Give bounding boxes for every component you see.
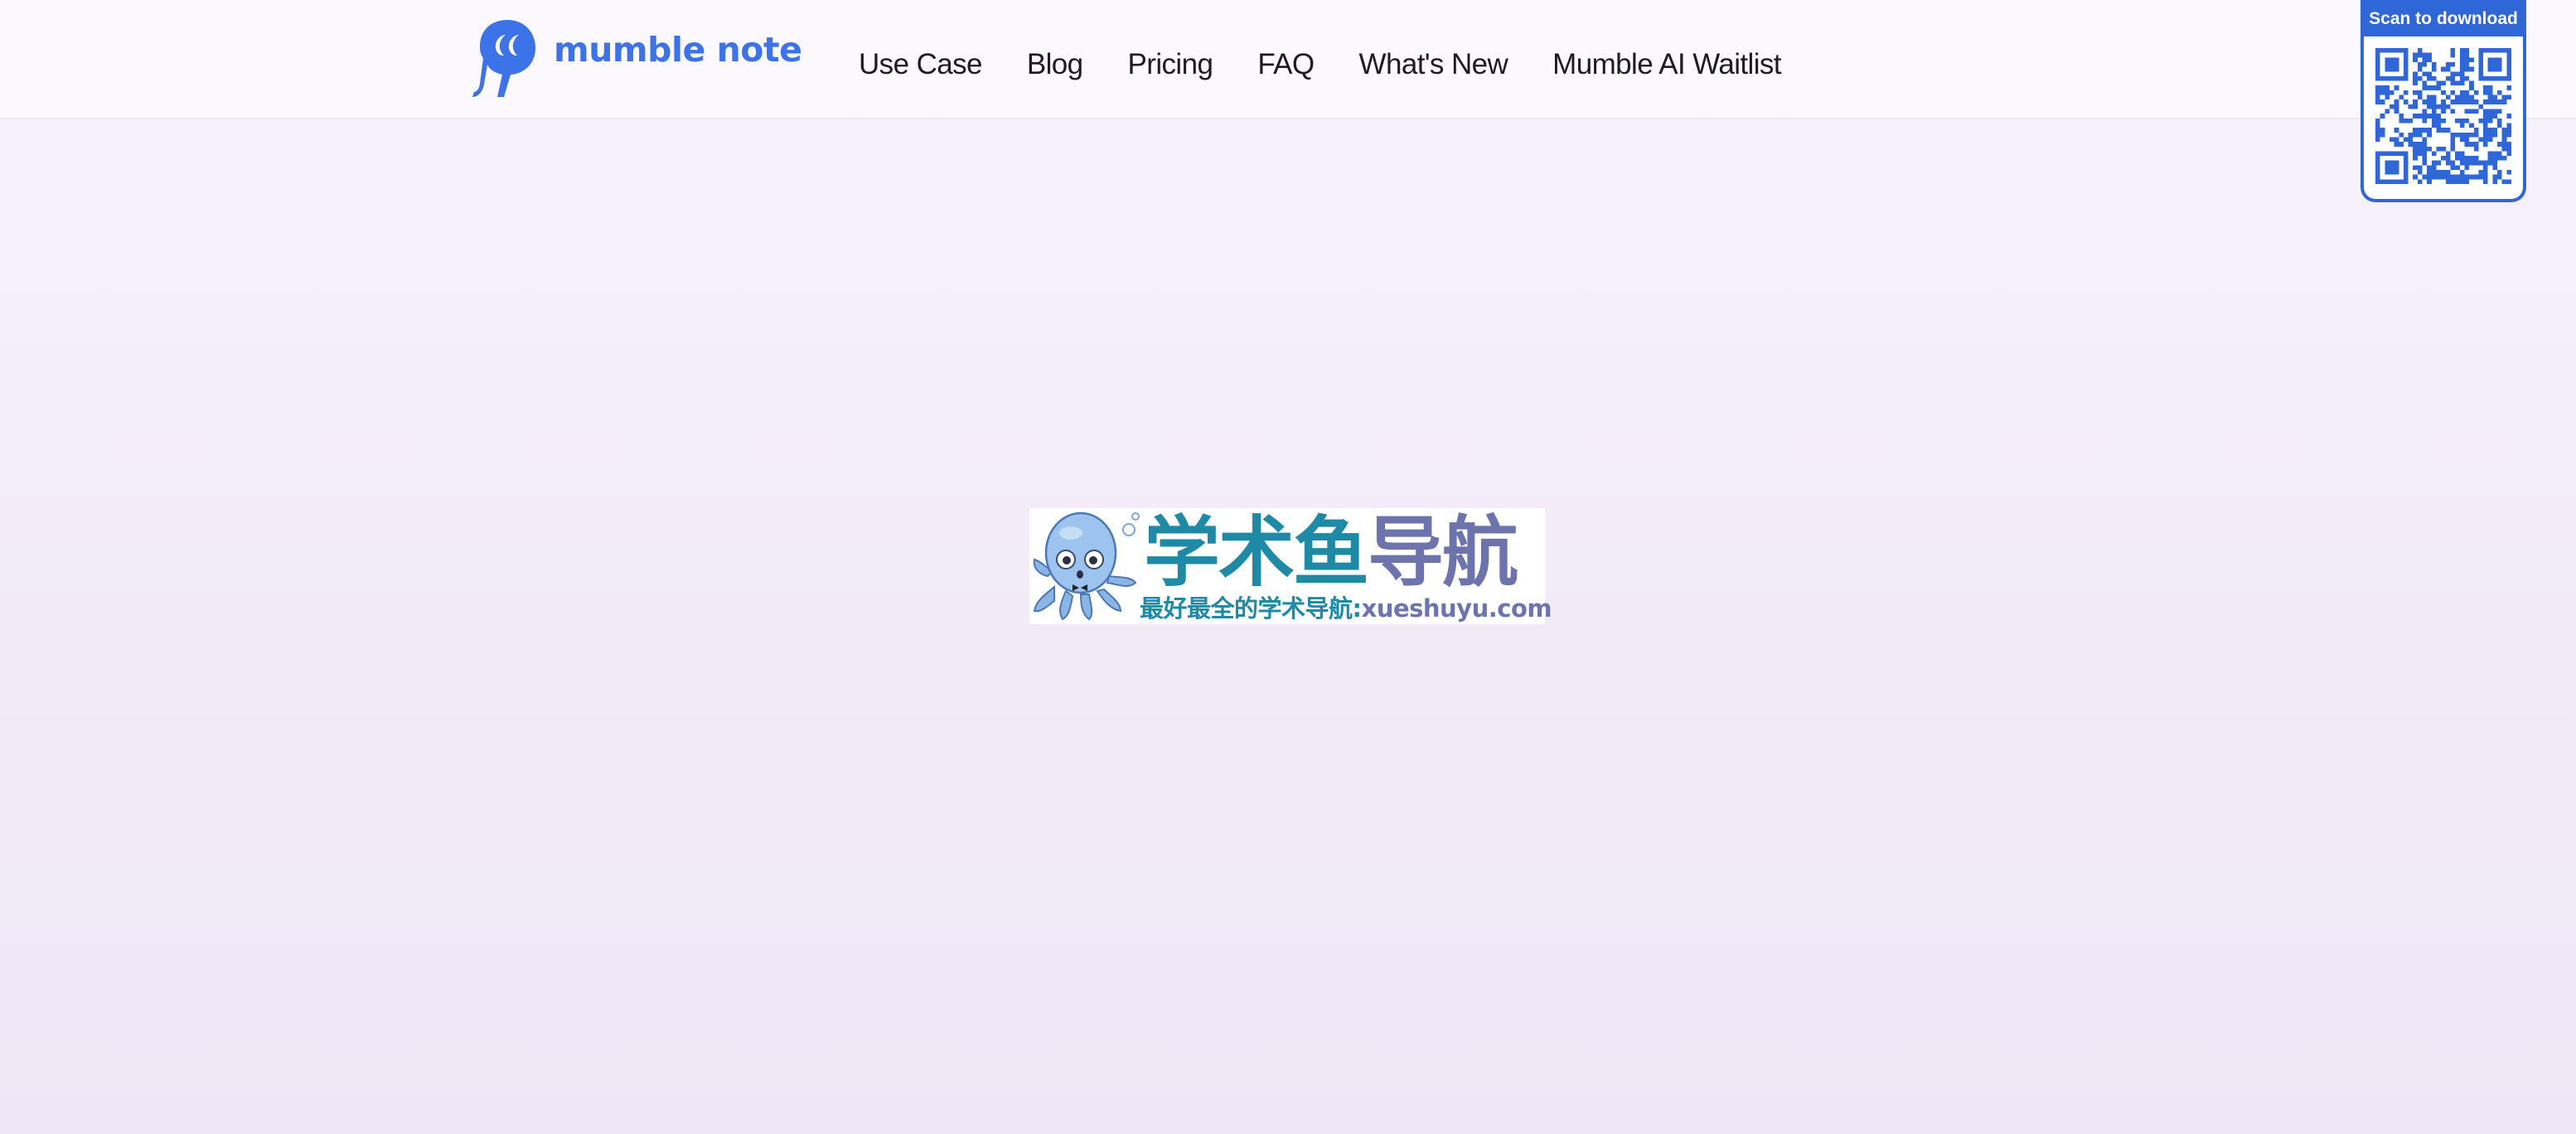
banner-title: 学术鱼导航 xyxy=(1144,508,1518,597)
nav-whats-new[interactable]: What's New xyxy=(1359,48,1508,81)
qr-download-widget[interactable]: Scan to download xyxy=(2361,0,2526,202)
octopus-mascot-icon xyxy=(1033,511,1140,621)
qr-caption: Scan to download xyxy=(2364,0,2523,36)
qr-code-icon xyxy=(2375,48,2511,184)
nav-pricing[interactable]: Pricing xyxy=(1128,48,1213,81)
nav-mumble-ai-waitlist[interactable]: Mumble AI Waitlist xyxy=(1552,48,1781,81)
banner-subtitle: 最好最全的学术导航:xueshuyu.com xyxy=(1140,594,1552,623)
banner-subtitle-part2: xueshuyu.com xyxy=(1361,594,1552,623)
logo-link[interactable]: mumble note xyxy=(472,18,802,99)
logo-text: mumble note xyxy=(554,30,802,70)
banner-title-part2: 导航 xyxy=(1368,508,1518,597)
xueshuyu-banner[interactable]: 学术鱼导航 最好最全的学术导航:xueshuyu.com xyxy=(1029,508,1552,624)
banner-title-part1: 学术鱼 xyxy=(1144,508,1369,597)
nav-use-case[interactable]: Use Case xyxy=(859,48,982,81)
nav-blog[interactable]: Blog xyxy=(1027,48,1083,81)
main-nav: Use Case Blog Pricing FAQ What's New Mum… xyxy=(859,48,1782,81)
banner-subtitle-part1: 最好最全的学术导航: xyxy=(1140,594,1362,623)
mumble-logo-icon xyxy=(472,20,535,97)
site-header: mumble note Use Case Blog Pricing FAQ Wh… xyxy=(0,0,2576,119)
nav-faq[interactable]: FAQ xyxy=(1257,48,1315,81)
